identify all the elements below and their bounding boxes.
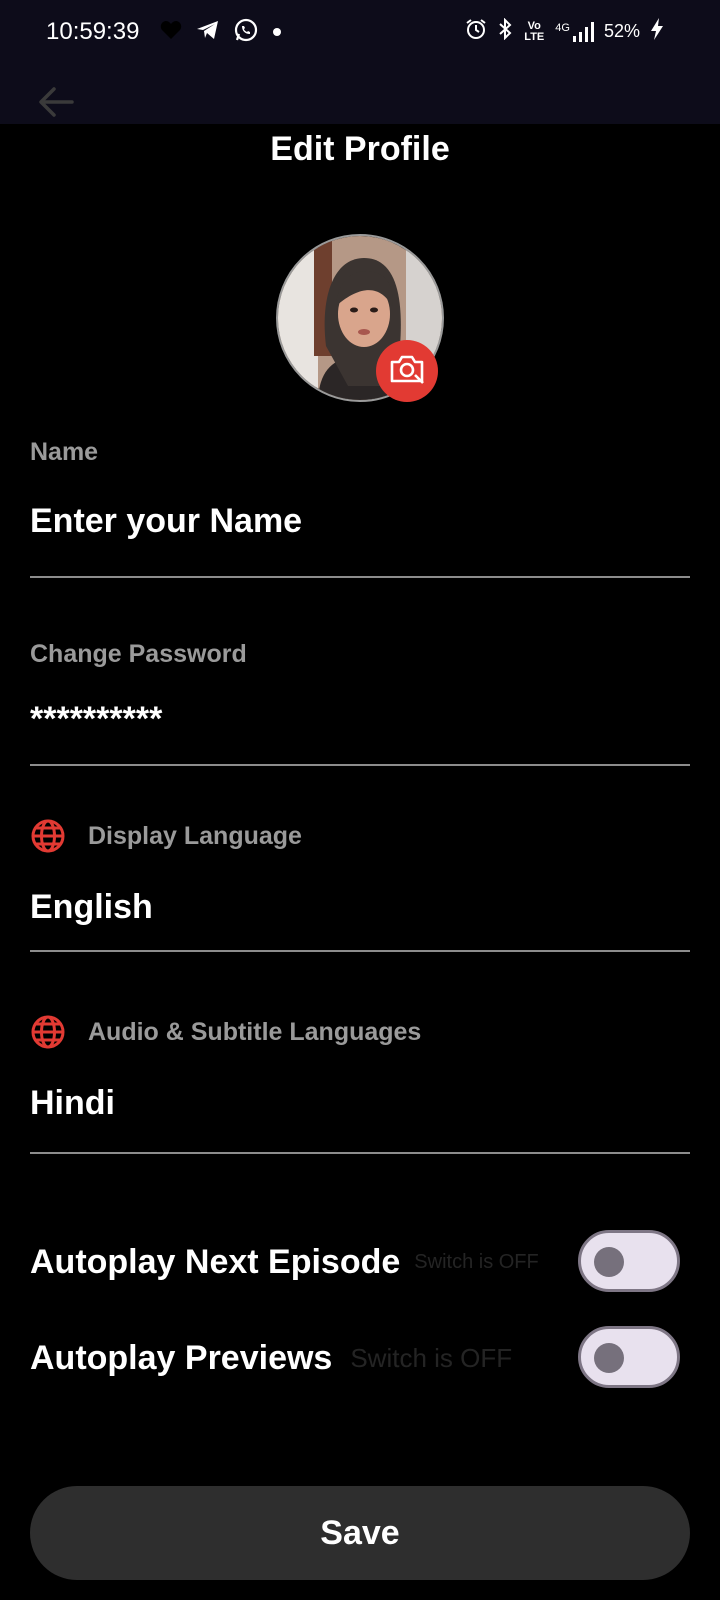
network-type-label: 4G <box>555 21 570 34</box>
password-input[interactable]: ********** <box>30 700 162 739</box>
password-label: Change Password <box>30 640 247 669</box>
telegram-icon <box>196 19 220 46</box>
autoplay-next-episode-switch[interactable] <box>578 1230 680 1292</box>
arrow-left-icon <box>38 86 74 123</box>
battery-percent: 52% <box>603 21 640 41</box>
name-input[interactable]: Enter your Name <box>30 502 302 541</box>
name-label: Name <box>30 438 98 467</box>
back-button[interactable] <box>36 84 76 124</box>
heart-icon <box>160 20 182 45</box>
volte-icon: Vo LTE <box>524 19 545 43</box>
display-language-divider <box>30 950 690 952</box>
display-language-select[interactable]: English <box>30 888 153 927</box>
dot-icon <box>272 24 282 42</box>
audio-language-label-text: Audio & Subtitle Languages <box>88 1017 422 1046</box>
alarm-icon <box>465 18 487 45</box>
autoplay-previews-state: Switch is OFF <box>350 1342 513 1373</box>
camera-icon <box>389 353 425 390</box>
app-bar <box>0 62 720 124</box>
autoplay-previews-row: Autoplay Previews Switch is OFF <box>30 1326 690 1390</box>
bluetooth-icon <box>497 17 513 45</box>
autoplay-previews-switch[interactable] <box>578 1326 680 1388</box>
autoplay-next-episode-row: Autoplay Next Episode Switch is OFF <box>30 1230 690 1294</box>
name-label-text: Name <box>30 438 99 466</box>
autoplay-next-episode-state: Switch is OFF <box>414 1250 539 1273</box>
audio-language-divider <box>30 1152 690 1154</box>
display-language-label-text: Display Language <box>88 821 302 850</box>
display-language-label: Display Language <box>30 818 302 854</box>
change-photo-button[interactable] <box>376 340 438 402</box>
whatsapp-icon <box>234 18 258 47</box>
battery-charging-icon <box>650 18 664 45</box>
status-notification-icons <box>160 18 282 47</box>
password-label-text: Change Password <box>30 640 247 668</box>
name-divider <box>30 576 690 578</box>
switch-thumb <box>594 1343 624 1373</box>
autoplay-previews-label: Autoplay Previews <box>30 1338 333 1377</box>
status-bar: 10:59:39 Vo LTE 4G 52% <box>0 0 720 62</box>
page-title: Edit Profile <box>270 130 450 168</box>
audio-language-select[interactable]: Hindi <box>30 1084 115 1123</box>
autoplay-next-episode-label: Autoplay Next Episode <box>30 1242 401 1281</box>
status-system-icons: Vo LTE 4G 52% <box>465 17 664 45</box>
save-button[interactable]: Save <box>30 1486 690 1580</box>
status-time: 10:59:39 <box>46 18 140 45</box>
profile-avatar-container <box>276 234 444 402</box>
switch-thumb <box>594 1247 624 1277</box>
globe-icon <box>30 1014 66 1050</box>
4g-signal-icon: 4G <box>555 21 594 42</box>
password-divider <box>30 764 690 766</box>
globe-icon <box>30 818 66 854</box>
audio-language-label: Audio & Subtitle Languages <box>30 1014 421 1050</box>
